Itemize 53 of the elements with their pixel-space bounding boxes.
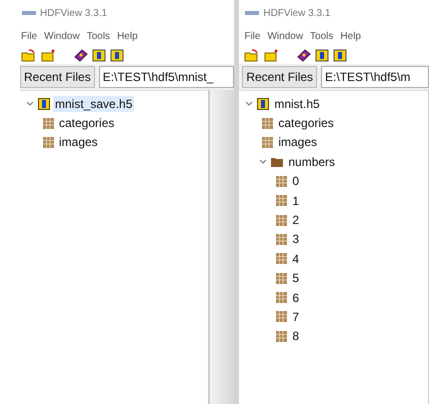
dataset-icon [276, 234, 288, 245]
menu-item[interactable]: Tools [86, 30, 110, 42]
tree-item[interactable]: images [276, 134, 320, 150]
dataset-icon [276, 176, 288, 187]
folder-icon[interactable] [264, 48, 278, 62]
chevron-icon[interactable] [259, 158, 268, 165]
tree-item[interactable]: 3 [290, 231, 302, 248]
recent-files-button[interactable]: Recent Files [20, 66, 95, 88]
menu-item[interactable]: File [244, 30, 260, 42]
tree-item[interactable]: categories [57, 115, 116, 132]
recent-files-button[interactable]: Recent Files [242, 66, 318, 88]
dataset-icon [43, 118, 54, 129]
tree-item[interactable]: 2 [290, 212, 302, 228]
file-path-field[interactable]: E:\TEST\hdf5\mnist_ [98, 66, 234, 88]
window-title: HDFView 3.3.1 [40, 8, 108, 18]
tree-item[interactable]: 8 [290, 328, 302, 344]
tree-item[interactable]: 4 [290, 250, 302, 267]
dataset-icon [276, 214, 288, 226]
dataset-icon [276, 272, 288, 284]
dataset-icon [276, 311, 288, 322]
dataset-icon [276, 195, 288, 206]
dataset-icon [262, 136, 274, 148]
tree-item[interactable]: 6 [290, 290, 302, 306]
dataset-icon [276, 292, 288, 304]
app-logo-icon [22, 10, 36, 16]
app-logo-icon [245, 10, 260, 16]
menu-item[interactable]: Tools [310, 30, 334, 42]
folder-icon[interactable] [41, 48, 55, 62]
menu-item[interactable]: Window [267, 30, 304, 42]
tree-item[interactable]: mnist_save.h5 [53, 96, 134, 112]
tree-item[interactable]: mnist.h5 [272, 96, 322, 112]
tree-item[interactable]: 0 [290, 173, 302, 190]
tree-item[interactable]: 5 [290, 270, 302, 286]
tree-item[interactable]: 1 [290, 192, 302, 209]
dataset-icon [276, 253, 288, 264]
open-folder-icon[interactable] [21, 48, 37, 62]
dataset-icon [43, 136, 54, 148]
menu-item[interactable]: Window [44, 30, 80, 42]
folder-icon [271, 156, 284, 168]
dataset-icon [276, 330, 288, 342]
menu-item[interactable]: File [21, 30, 38, 42]
tree-item[interactable]: categories [276, 115, 336, 132]
file-path-field[interactable]: E:\TEST\hdf5\m [321, 66, 429, 88]
window-title: HDFView 3.3.1 [263, 8, 330, 18]
open-folder-icon[interactable] [244, 48, 260, 62]
tree-item[interactable]: numbers [286, 154, 338, 170]
menu-item[interactable]: Help [340, 30, 361, 42]
dataset-icon [262, 118, 274, 129]
chevron-icon[interactable] [245, 100, 254, 107]
tree-item[interactable]: images [57, 134, 100, 150]
menu-item[interactable]: Help [117, 30, 138, 42]
tree-item[interactable]: 7 [290, 308, 302, 325]
chevron-icon[interactable] [26, 100, 34, 107]
